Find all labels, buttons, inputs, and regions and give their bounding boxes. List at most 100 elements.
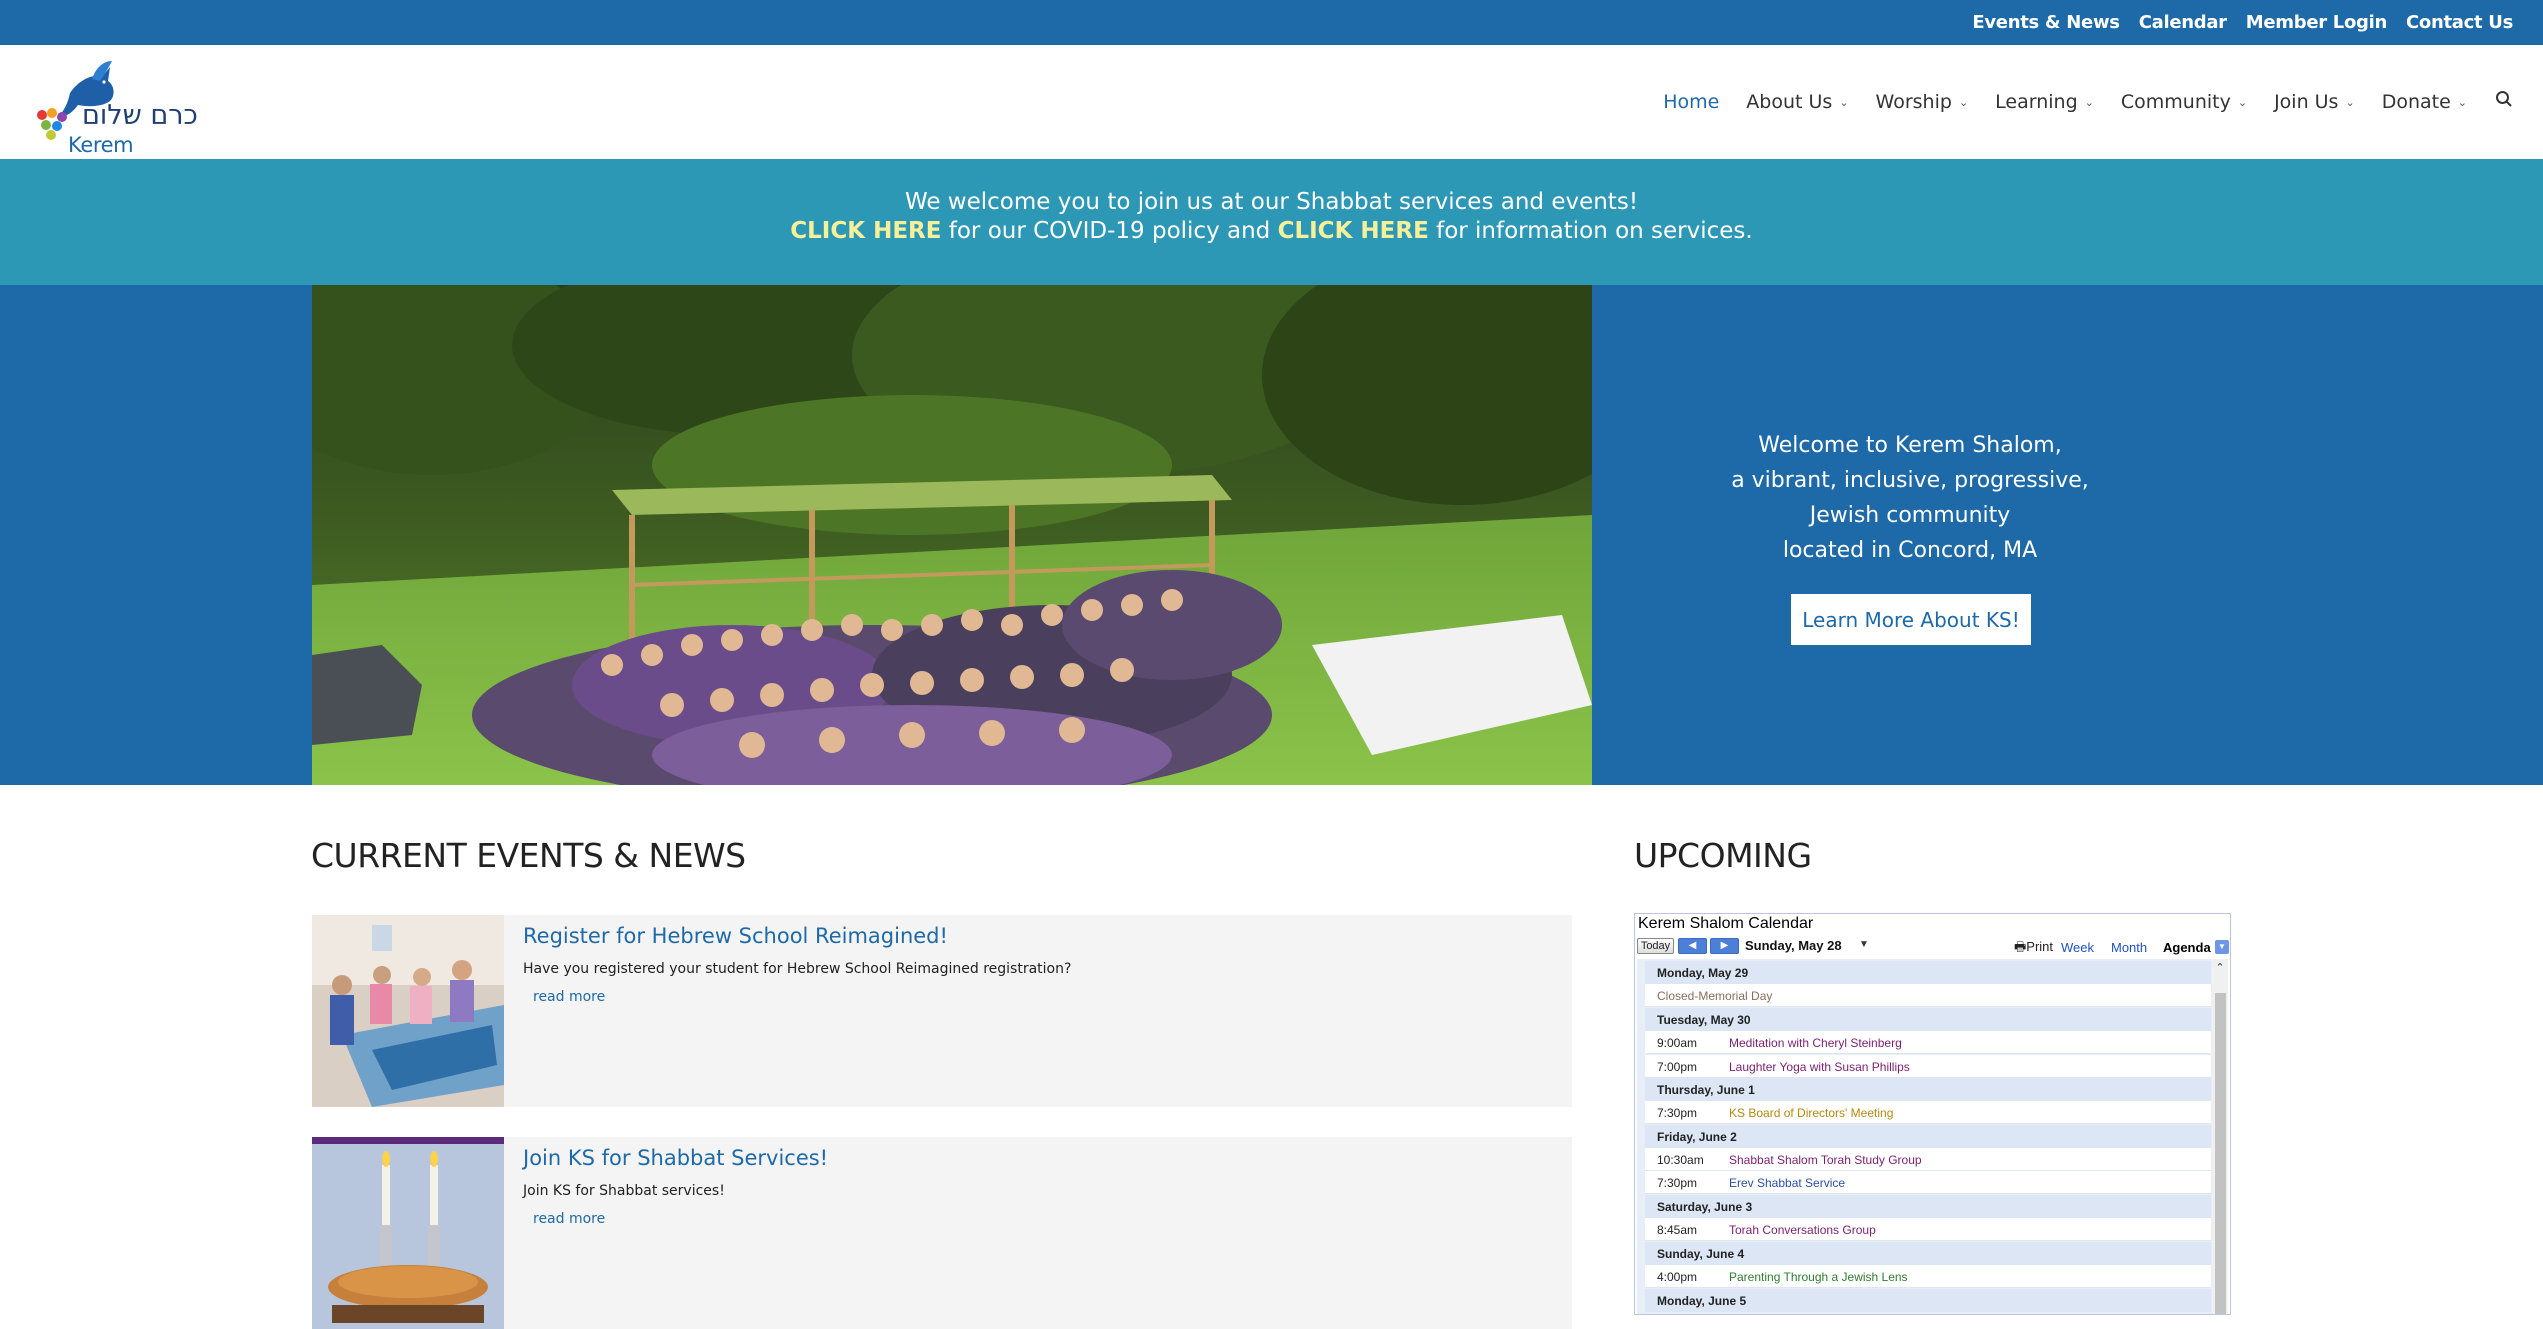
event-name[interactable]: Closed-Memorial Day [1657, 989, 1772, 1003]
event-name[interactable]: Erev Shabbat Service [1729, 1176, 1845, 1190]
agenda-event[interactable]: 10:30am Shabbat Shalom Torah Study Group [1645, 1148, 2211, 1171]
event-name[interactable]: KS Board of Directors' Meeting [1729, 1106, 1893, 1120]
printer-icon: 🖶 [2014, 939, 2027, 954]
nav-item-home[interactable]: Home [1663, 91, 1719, 113]
next-arrow-icon[interactable]: ▶ [1710, 938, 1739, 954]
news-item: Register for Hebrew School Reimagined! H… [312, 915, 1572, 1107]
nav-item-worship[interactable]: Worship ⌄ [1876, 91, 1969, 113]
services-info-link[interactable]: CLICK HERE [1278, 218, 1429, 244]
agenda-day-header: Sunday, June 4 [1645, 1242, 2211, 1265]
scroll-up-icon[interactable]: ⌃ [2212, 961, 2228, 974]
day-label: Tuesday, May 30 [1657, 1013, 1751, 1027]
site-header: כרם שלום Kerem Shalom Home About Us ⌄ Wor… [0, 45, 2543, 181]
agenda-event[interactable]: 7:30pm KS Board of Directors' Meeting [1645, 1101, 2211, 1124]
agenda-event[interactable]: 8:45am Torah Conversations Group [1645, 1218, 2211, 1241]
day-label: Thursday, June 1 [1657, 1083, 1755, 1097]
hero-welcome: Welcome to Kerem Shalom, a vibrant, incl… [1592, 285, 2228, 785]
calendar-current-date[interactable]: Sunday, May 28 [1745, 938, 1842, 953]
news-item-title[interactable]: Register for Hebrew School Reimagined! [523, 924, 948, 948]
event-time: 8:45am [1657, 1223, 1698, 1237]
nav-label-community: Community [2120, 91, 2231, 113]
event-name[interactable]: Parenting Through a Jewish Lens [1729, 1270, 1908, 1284]
nav-item-learning[interactable]: Learning ⌄ [1995, 91, 2094, 113]
agenda-event[interactable]: 7:30pm Erev Shabbat Service [1645, 1171, 2211, 1194]
chevron-down-icon: ⌄ [2084, 95, 2094, 109]
nav-label-learning: Learning [1995, 91, 2078, 113]
site-logo[interactable]: כרם שלום Kerem Shalom [30, 55, 205, 181]
chevron-down-icon: ⌄ [1839, 95, 1849, 109]
banner-line-1: We welcome you to join us at our Shabbat… [904, 189, 1639, 215]
nav-label-about-us: About Us [1746, 91, 1833, 113]
event-time: 7:00pm [1657, 1060, 1698, 1074]
community-group-photo [312, 285, 1592, 785]
day-label: Monday, May 29 [1657, 966, 1749, 980]
event-time: 7:30pm [1657, 1106, 1698, 1120]
nav-item-join-us[interactable]: Join Us ⌄ [2274, 91, 2355, 113]
day-label: Saturday, June 3 [1657, 1200, 1753, 1214]
top-link-contact-us[interactable]: Contact Us [2406, 12, 2513, 33]
nav-label-join-us: Join Us [2274, 91, 2339, 113]
upcoming-section-title: UPCOMING [1634, 836, 1812, 875]
welcome-line-4: located in Concord, MA [1782, 538, 2038, 563]
read-more-link[interactable]: read more [533, 989, 605, 1005]
prev-arrow-icon[interactable]: ◀ [1678, 938, 1707, 954]
tab-agenda[interactable]: Agenda [2163, 940, 2211, 955]
event-name[interactable]: Shabbat Shalom Torah Study Group [1729, 1153, 1922, 1167]
agenda-day-header: Friday, June 2 [1645, 1125, 2211, 1148]
announcement-banner: We welcome you to join us at our Shabbat… [0, 159, 2543, 285]
nav-item-about-us[interactable]: About Us ⌄ [1746, 91, 1848, 113]
chevron-down-icon: ⌄ [1958, 95, 1969, 109]
shabbat-candles-thumbnail[interactable] [312, 1137, 504, 1329]
nav-label-donate: Donate [2381, 91, 2451, 113]
calendar-widget: Kerem Shalom Calendar Today ◀ ▶ Sunday, … [1634, 913, 2231, 1315]
agenda-day-header: Tuesday, May 30 [1645, 1008, 2211, 1031]
event-time: 7:30pm [1657, 1176, 1698, 1190]
logo-hebrew-text: כרם שלום [82, 100, 198, 131]
banner-text-end: for information on services. [1428, 218, 1753, 244]
event-name[interactable]: Meditation with Cheryl Steinberg [1729, 1036, 1902, 1050]
agenda-event[interactable]: 7:00pm Laughter Yoga with Susan Phillips [1645, 1055, 2211, 1078]
scrollbar-thumb[interactable] [2215, 993, 2226, 1314]
top-bar: Events & News Calendar Member Login Cont… [0, 0, 2543, 45]
view-dropdown-icon[interactable]: ▼ [2215, 940, 2229, 954]
read-more-link[interactable]: read more [533, 1211, 605, 1227]
print-label: Print [2026, 939, 2054, 954]
today-button[interactable]: Today [1637, 938, 1674, 954]
search-icon[interactable] [2495, 90, 2513, 114]
agenda-event[interactable]: 4:00pm Parenting Through a Jewish Lens [1645, 1265, 2211, 1288]
event-name[interactable]: Torah Conversations Group [1729, 1223, 1876, 1237]
event-time: 10:30am [1657, 1153, 1704, 1167]
chevron-down-icon: ⌄ [2345, 95, 2355, 109]
hebrew-school-thumbnail[interactable] [312, 915, 504, 1107]
agenda-day-header: Monday, May 29 [1645, 961, 2211, 984]
agenda-day-header: Saturday, June 3 [1645, 1195, 2211, 1218]
learn-more-button[interactable]: Learn More About KS! [1791, 594, 2031, 645]
top-link-events-news[interactable]: Events & News [1972, 12, 2120, 33]
event-time: 9:00am [1657, 1036, 1698, 1050]
agenda-day-header: Monday, June 5 [1645, 1289, 2211, 1312]
nav-item-donate[interactable]: Donate ⌄ [2382, 91, 2467, 113]
nav-item-community[interactable]: Community ⌄ [2121, 91, 2247, 113]
agenda-day-header: Thursday, June 1 [1645, 1078, 2211, 1101]
news-item-title[interactable]: Join KS for Shabbat Services! [523, 1146, 828, 1170]
day-label: Monday, June 5 [1657, 1294, 1747, 1308]
top-link-calendar[interactable]: Calendar [2139, 12, 2227, 33]
welcome-line-2: a vibrant, inclusive, progressive, [1731, 468, 2089, 493]
chevron-down-icon: ⌄ [2457, 95, 2467, 109]
welcome-line-3: Jewish community [1809, 503, 2011, 528]
event-time: 4:00pm [1657, 1270, 1698, 1284]
top-link-member-login[interactable]: Member Login [2246, 12, 2388, 33]
covid-policy-link[interactable]: CLICK HERE [790, 218, 941, 244]
agenda-event[interactable]: Closed-Memorial Day [1645, 984, 2211, 1007]
date-dropdown-icon[interactable]: ▼ [1859, 939, 1869, 950]
main-nav: Home About Us ⌄ Worship ⌄ Learning ⌄ Commun… [1636, 45, 2513, 159]
agenda-event[interactable]: 9:00am Meditation with Cheryl Steinberg [1645, 1031, 2211, 1054]
agenda-list: Monday, May 29 Closed-Memorial Day Tuesd… [1637, 959, 2228, 1314]
agenda-scrollbar[interactable]: ⌃ [2212, 959, 2228, 1314]
print-button[interactable]: 🖶Print [2014, 938, 2053, 960]
tab-month[interactable]: Month [2111, 940, 2147, 955]
event-name[interactable]: Laughter Yoga with Susan Phillips [1729, 1060, 1910, 1074]
day-label: Friday, June 2 [1657, 1130, 1737, 1144]
tab-week[interactable]: Week [2061, 940, 2094, 955]
chevron-down-icon: ⌄ [2237, 95, 2248, 109]
